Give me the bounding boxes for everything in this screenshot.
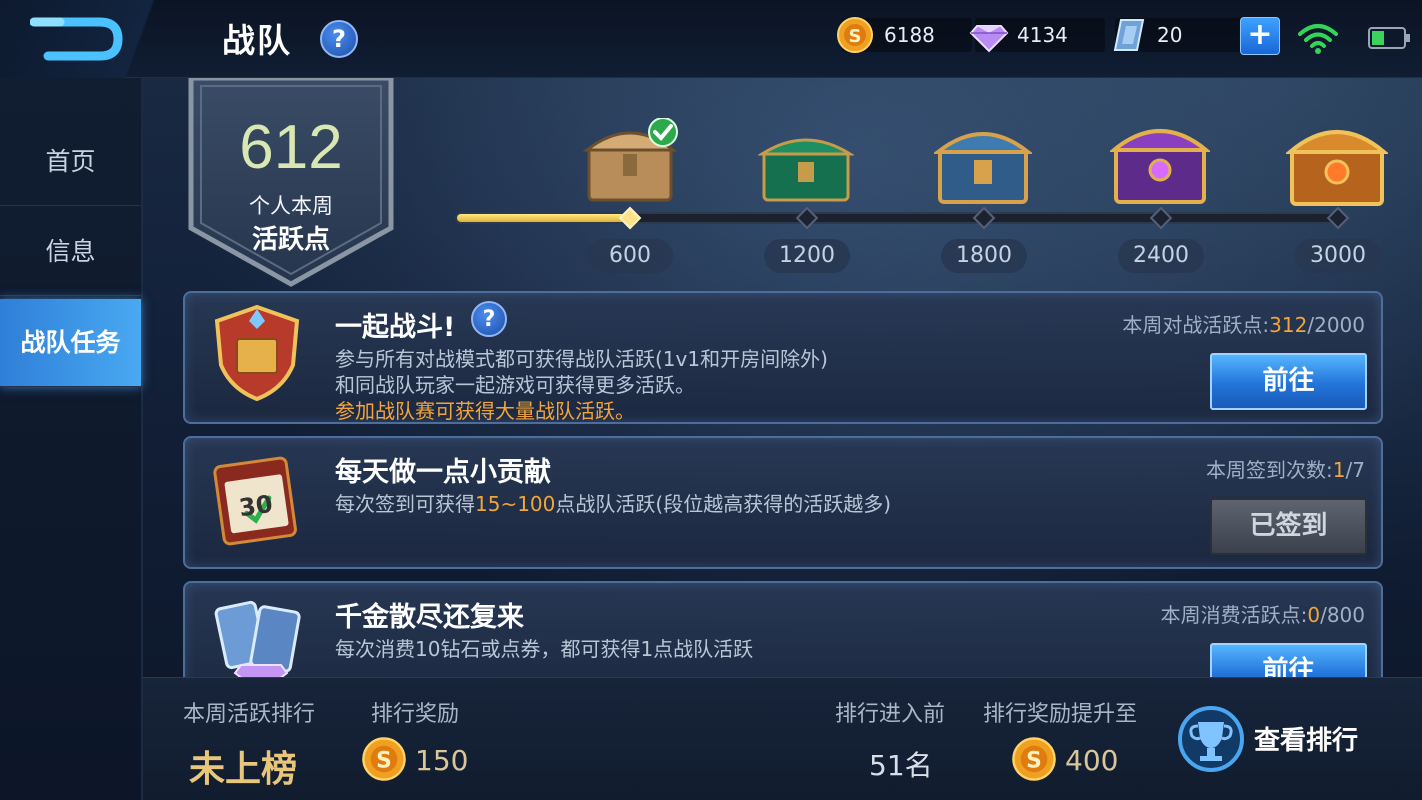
diamond-value: 4134 xyxy=(1017,23,1068,47)
rank-upgrade-value: 400 xyxy=(1065,744,1119,777)
view-ranking-label: 查看排行 xyxy=(1254,726,1359,756)
gold-coin-icon: S xyxy=(362,737,406,781)
battle-shield-icon xyxy=(214,304,300,402)
task-description: 每次消费10钻石或点券，都可获得1点战队活跃 xyxy=(335,637,754,661)
task-card-spending: 千金散尽还复来 每次消费10钻石或点券，都可获得1点战队活跃 本周消费活跃点:0… xyxy=(183,581,1383,677)
task-description: 和同战队玩家一起游戏可获得更多活跃。 xyxy=(335,373,695,397)
purple-chest-icon[interactable] xyxy=(1110,112,1210,208)
trophy-icon xyxy=(1178,706,1244,772)
task-progress-total: /800 xyxy=(1320,603,1365,627)
wifi-icon xyxy=(1298,24,1338,54)
svg-text:S: S xyxy=(1026,748,1042,773)
checked-in-button[interactable]: 已签到 xyxy=(1210,498,1367,555)
go-button[interactable]: 前往 xyxy=(1210,353,1367,410)
coupon-counter: 20 xyxy=(1113,18,1245,52)
task-card-daily-checkin: 30 每天做一点小贡献 每次签到可获得15~100点战队活跃(段位越高获得的活跃… xyxy=(183,436,1383,569)
view-ranking-button[interactable]: 查看排行 xyxy=(1176,704,1376,774)
task-progress-current: 0 xyxy=(1307,603,1321,627)
task-help-button[interactable]: ? xyxy=(471,301,507,337)
svg-text:S: S xyxy=(849,26,862,47)
page-title: 战队 xyxy=(222,21,292,60)
task-card-battle: 一起战斗! ? 参与所有对战模式都可获得战队活跃(1v1和开房间除外) 和同战队… xyxy=(183,291,1383,424)
rank-upgrade-label: 排行奖励提升至 xyxy=(983,702,1138,727)
weekly-activity-label-1: 个人本周 xyxy=(249,194,333,218)
sidebar-item-info[interactable]: 信息 xyxy=(0,208,141,296)
rank-reward-value: 150 xyxy=(415,744,469,777)
task-progress-total: /2000 xyxy=(1307,313,1365,337)
weekly-activity-shield: 612 个人本周 活跃点 xyxy=(185,78,397,288)
weekly-rank-value: 未上榜 xyxy=(189,749,298,790)
task-progress: 本周消费活跃点:0/800 xyxy=(1161,599,1365,628)
blue-chest-icon[interactable] xyxy=(934,116,1032,208)
gold-coin-value: 6188 xyxy=(884,23,935,47)
rank-reward-label: 排行奖励 xyxy=(371,702,460,727)
task-progress-label: 本周消费活跃点: xyxy=(1160,603,1308,627)
calendar-day-text: 30 xyxy=(237,490,274,522)
ranking-footer: 本周活跃排行 未上榜 排行奖励 S 150 排行进入前 51名 排行奖励提升至 … xyxy=(143,677,1422,800)
top-bar: 战队 ? S 6188 4134 20 + xyxy=(0,0,1422,78)
task-description-part: 点战队活跃(段位越高获得的活跃越多) xyxy=(555,492,891,516)
green-chest-icon[interactable] xyxy=(758,122,854,206)
rank-enter-value: 51名 xyxy=(869,749,933,782)
diamond-icon xyxy=(969,25,1009,53)
task-title: 每天做一点小贡献 xyxy=(335,457,551,488)
battery-icon xyxy=(1368,27,1410,49)
task-progress: 本周对战活跃点:312/2000 xyxy=(1122,309,1365,338)
shield-frame-icon xyxy=(188,78,394,287)
weekly-activity-label-2: 活跃点 xyxy=(251,225,330,255)
task-title: 千金散尽还复来 xyxy=(335,602,524,633)
calendar-icon: 30 xyxy=(213,456,297,546)
golden-chest-icon[interactable] xyxy=(1286,112,1388,210)
weekly-rank-label: 本周活跃排行 xyxy=(183,702,316,727)
weekly-activity-points: 612 xyxy=(239,113,343,182)
back-arrow-icon xyxy=(30,17,123,61)
milestone-label: 1200 xyxy=(764,239,850,273)
milestone-label: 600 xyxy=(587,239,673,273)
task-progress: 本周签到次数:1/7 xyxy=(1206,454,1365,483)
sidebar: 首页 信息 战队任务 xyxy=(0,78,143,800)
svg-text:S: S xyxy=(376,748,392,773)
sidebar-item-team-tasks[interactable]: 战队任务 xyxy=(0,299,141,387)
milestone-label: 1800 xyxy=(941,239,1027,273)
task-progress-total: /7 xyxy=(1345,458,1365,482)
task-highlight: 参加战队赛可获得大量战队活跃。 xyxy=(335,399,635,423)
milestone-label: 3000 xyxy=(1295,239,1381,273)
back-button[interactable] xyxy=(0,0,190,78)
task-description-highlight: 15~100 xyxy=(475,492,556,516)
gold-coin-counter: S 6188 xyxy=(837,17,972,53)
activity-progress-bar xyxy=(455,212,1345,224)
task-description: 参与所有对战模式都可获得战队活跃(1v1和开房间除外) xyxy=(335,347,828,371)
diamond-counter: 4134 xyxy=(969,18,1105,53)
gold-coin-icon: S xyxy=(837,17,873,53)
task-title: 一起战斗! xyxy=(335,312,456,343)
sidebar-item-home[interactable]: 首页 xyxy=(0,118,141,206)
gold-coin-icon: S xyxy=(1012,737,1056,781)
rank-enter-label: 排行进入前 xyxy=(835,702,946,727)
task-list[interactable]: 一起战斗! ? 参与所有对战模式都可获得战队活跃(1v1和开房间除外) 和同战队… xyxy=(143,285,1422,677)
coupon-icon xyxy=(1113,19,1145,51)
help-button[interactable]: ? xyxy=(320,20,358,58)
task-description: 每次签到可获得15~100点战队活跃(段位越高获得的活跃越多) xyxy=(335,488,891,517)
task-progress-current: 1 xyxy=(1332,458,1346,482)
coupon-value: 20 xyxy=(1157,23,1183,47)
task-progress-label: 本周对战活跃点: xyxy=(1122,313,1270,337)
task-description-part: 每次签到可获得 xyxy=(335,492,475,516)
wooden-chest-icon[interactable] xyxy=(583,118,679,206)
milestone-label: 2400 xyxy=(1118,239,1204,273)
coupon-diamond-icon xyxy=(214,600,301,677)
add-currency-button[interactable]: + xyxy=(1240,17,1280,55)
activity-progress-fill xyxy=(457,214,638,222)
task-progress-current: 312 xyxy=(1269,313,1308,337)
task-progress-label: 本周签到次数: xyxy=(1206,458,1333,482)
go-button[interactable]: 前往 xyxy=(1210,643,1367,677)
